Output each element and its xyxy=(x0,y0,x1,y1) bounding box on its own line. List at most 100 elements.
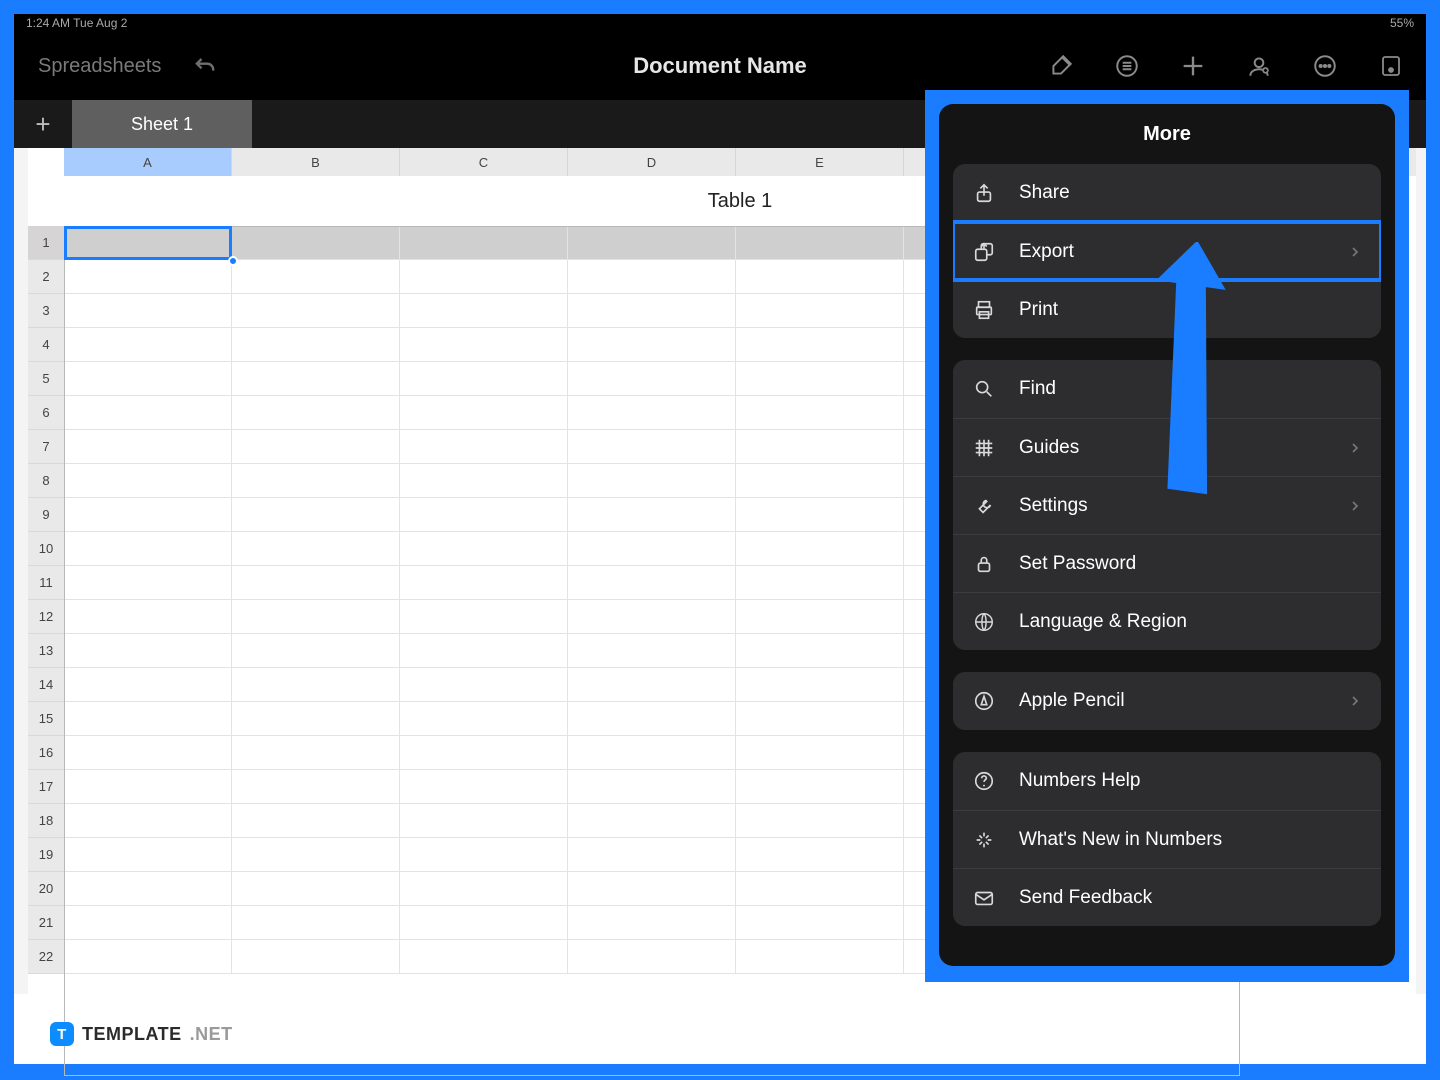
col-header-b[interactable]: B xyxy=(232,148,400,176)
cell[interactable] xyxy=(64,294,232,328)
cell[interactable] xyxy=(400,940,568,974)
cell[interactable] xyxy=(568,600,736,634)
row-header[interactable]: 2 xyxy=(28,260,64,294)
cell[interactable] xyxy=(736,906,904,940)
cell[interactable] xyxy=(736,362,904,396)
menu-export[interactable]: Export xyxy=(953,222,1381,280)
cell[interactable] xyxy=(568,396,736,430)
cell[interactable] xyxy=(736,736,904,770)
cell[interactable] xyxy=(400,464,568,498)
cell[interactable] xyxy=(736,872,904,906)
cell[interactable] xyxy=(400,838,568,872)
cell[interactable] xyxy=(64,906,232,940)
menu-print[interactable]: Print xyxy=(953,280,1381,338)
cell[interactable] xyxy=(232,430,400,464)
cell[interactable] xyxy=(400,600,568,634)
row-header[interactable]: 6 xyxy=(28,396,64,430)
row-header[interactable]: 9 xyxy=(28,498,64,532)
cell[interactable] xyxy=(232,260,400,294)
cell[interactable] xyxy=(232,940,400,974)
cell[interactable] xyxy=(736,260,904,294)
row-header[interactable]: 1 xyxy=(28,226,64,260)
cell[interactable] xyxy=(64,702,232,736)
cell[interactable] xyxy=(400,362,568,396)
menu-language-region[interactable]: Language & Region xyxy=(953,592,1381,650)
cell[interactable] xyxy=(232,498,400,532)
menu-guides[interactable]: Guides xyxy=(953,418,1381,476)
cell[interactable] xyxy=(736,940,904,974)
brush-icon[interactable] xyxy=(1046,51,1076,81)
more-icon[interactable] xyxy=(1310,51,1340,81)
cell[interactable] xyxy=(568,906,736,940)
cell[interactable] xyxy=(64,430,232,464)
cell[interactable] xyxy=(232,532,400,566)
cell[interactable] xyxy=(400,736,568,770)
row-header[interactable]: 20 xyxy=(28,872,64,906)
cell[interactable] xyxy=(232,566,400,600)
cell[interactable] xyxy=(400,872,568,906)
menu-settings[interactable]: Settings xyxy=(953,476,1381,534)
cell[interactable] xyxy=(64,940,232,974)
sheet-tab-1[interactable]: Sheet 1 xyxy=(72,100,252,148)
cell[interactable] xyxy=(400,804,568,838)
row-header[interactable]: 15 xyxy=(28,702,64,736)
cell[interactable] xyxy=(736,702,904,736)
cell[interactable] xyxy=(736,804,904,838)
cell[interactable] xyxy=(400,396,568,430)
cell[interactable] xyxy=(64,532,232,566)
cell[interactable] xyxy=(232,464,400,498)
cell[interactable] xyxy=(736,770,904,804)
menu-help[interactable]: Numbers Help xyxy=(953,752,1381,810)
row-header[interactable]: 7 xyxy=(28,430,64,464)
col-header-a[interactable]: A xyxy=(64,148,232,176)
cell[interactable] xyxy=(64,634,232,668)
cell[interactable] xyxy=(232,872,400,906)
document-title[interactable]: Document Name xyxy=(633,53,807,79)
cell[interactable] xyxy=(568,668,736,702)
cell[interactable] xyxy=(568,430,736,464)
cell[interactable] xyxy=(736,668,904,702)
row-header[interactable]: 4 xyxy=(28,328,64,362)
col-header-d[interactable]: D xyxy=(568,148,736,176)
cell[interactable] xyxy=(64,328,232,362)
cell[interactable] xyxy=(64,770,232,804)
cell[interactable] xyxy=(64,566,232,600)
cell[interactable] xyxy=(568,804,736,838)
cell[interactable] xyxy=(568,260,736,294)
cell[interactable] xyxy=(64,804,232,838)
cell[interactable] xyxy=(64,668,232,702)
cell[interactable] xyxy=(736,430,904,464)
cell[interactable] xyxy=(400,770,568,804)
cell[interactable] xyxy=(232,804,400,838)
back-button[interactable]: Spreadsheets xyxy=(38,55,161,78)
cell[interactable] xyxy=(232,668,400,702)
row-header[interactable]: 10 xyxy=(28,532,64,566)
cell[interactable] xyxy=(232,770,400,804)
menu-find[interactable]: Find xyxy=(953,360,1381,418)
list-icon[interactable] xyxy=(1112,51,1142,81)
cell[interactable] xyxy=(64,260,232,294)
cell[interactable] xyxy=(568,362,736,396)
cell[interactable] xyxy=(64,226,232,260)
cell[interactable] xyxy=(232,226,400,260)
row-header[interactable]: 21 xyxy=(28,906,64,940)
cell[interactable] xyxy=(64,736,232,770)
cell[interactable] xyxy=(232,396,400,430)
cell[interactable] xyxy=(232,328,400,362)
cell[interactable] xyxy=(736,328,904,362)
col-header-e[interactable]: E xyxy=(736,148,904,176)
cell[interactable] xyxy=(232,736,400,770)
cell[interactable] xyxy=(64,872,232,906)
cell[interactable] xyxy=(736,396,904,430)
cell[interactable] xyxy=(400,532,568,566)
cell[interactable] xyxy=(568,940,736,974)
row-header[interactable]: 17 xyxy=(28,770,64,804)
cell[interactable] xyxy=(64,464,232,498)
cell[interactable] xyxy=(568,634,736,668)
row-header[interactable]: 13 xyxy=(28,634,64,668)
undo-icon[interactable] xyxy=(191,52,219,80)
row-header[interactable]: 16 xyxy=(28,736,64,770)
cell[interactable] xyxy=(568,226,736,260)
cell[interactable] xyxy=(736,634,904,668)
menu-share[interactable]: Share xyxy=(953,164,1381,222)
